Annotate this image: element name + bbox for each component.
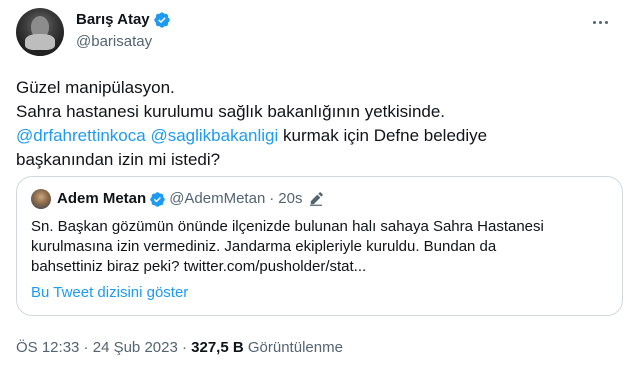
show-thread-link[interactable]: Bu Tweet dizisini göster <box>31 283 188 303</box>
tweet-line-2: Sahra hastanesi kurulumu sağlık bakanlığ… <box>16 102 446 121</box>
quoted-author-handle: @AdemMetan <box>169 190 266 207</box>
tweet-line-1: Güzel manipülasyon. <box>16 78 175 97</box>
separator-dot: · <box>79 339 93 356</box>
quoted-tweet-time: 20s <box>278 190 303 207</box>
author-name-row[interactable]: Barış Atay <box>76 10 171 30</box>
tweet-time[interactable]: ÖS 12:33 <box>16 339 79 356</box>
author-name[interactable]: Barış Atay <box>76 10 150 30</box>
views-count: 327,5 B <box>191 339 244 356</box>
views-label: Görüntülenme <box>243 339 343 356</box>
quoted-tweet-header: Adem Metan @AdemMetan · 20s <box>31 189 324 209</box>
quoted-author-avatar <box>31 189 51 209</box>
tweet-line-3: @drfahrettinkoca @saglikbakanligi kurmak… <box>16 124 616 148</box>
quoted-author-name: Adem Metan <box>57 190 147 207</box>
more-options-icon[interactable] <box>590 12 610 32</box>
mention-link[interactable]: @saglikbakanligi <box>150 126 278 145</box>
tweet-date[interactable]: 24 Şub 2023 <box>93 339 178 356</box>
separator-dot: · <box>177 339 192 356</box>
edited-pencil-icon <box>310 192 324 206</box>
quoted-tweet-card[interactable]: Adem Metan @AdemMetan · 20s Sn. Başkan g… <box>16 176 623 316</box>
quoted-text-line: kurulmasına izin vermediniz. Jandarma ek… <box>31 238 497 255</box>
author-block: Barış Atay @barisatay <box>76 10 171 52</box>
verified-badge-icon <box>150 191 165 207</box>
tweet-line-4: başkanından izin mi istedi? <box>16 150 221 169</box>
author-avatar[interactable] <box>16 8 64 56</box>
quoted-text-line: bahsettiniz biraz peki? twitter.com/push… <box>31 258 367 275</box>
quoted-text-line: Sn. Başkan gözümün önünde ilçenizde bulu… <box>31 218 544 235</box>
avatar-figure-hands <box>25 34 55 50</box>
tweet-line-3-rest: kurmak için Defne belediye <box>278 126 488 145</box>
tweet-meta: ÖS 12:33 · 24 Şub 2023 · 327,5 B Görüntü… <box>16 338 343 358</box>
author-handle[interactable]: @barisatay <box>76 32 171 52</box>
mention-link[interactable]: @drfahrettinkoca <box>16 126 146 145</box>
verified-badge-icon <box>153 12 170 28</box>
quoted-tweet-text: Sn. Başkan gözümün önünde ilçenizde bulu… <box>31 217 611 277</box>
tweet-text: Güzel manipülasyon. Sahra hastanesi kuru… <box>16 76 616 172</box>
separator-dot: · <box>269 190 275 207</box>
